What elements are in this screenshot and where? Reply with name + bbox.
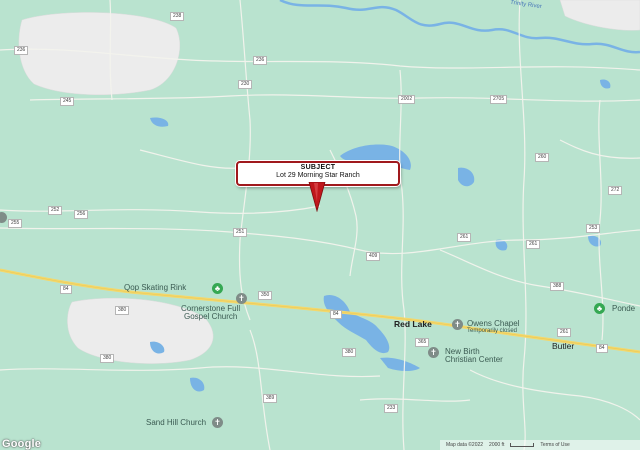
road-shield: 84 [330, 310, 342, 319]
park-tree-icon[interactable]: ♣ [594, 303, 605, 314]
lake-south [380, 357, 420, 371]
map-data-credit: Map data ©2022 [446, 442, 484, 448]
road-shield: 380 [100, 354, 115, 363]
road-shield: 253 [586, 224, 601, 233]
church-cross-icon[interactable]: ✝ [428, 347, 439, 358]
callout-subtitle: Lot 29 Morning Star Ranch [276, 172, 360, 179]
road-shield: 365 [415, 338, 430, 347]
lake-red-lake [323, 294, 390, 354]
road-shield: 252 [48, 206, 63, 215]
road-shield: 255 [8, 219, 23, 228]
road-shield: 84 [60, 285, 72, 294]
road-shield: 238 [170, 12, 185, 21]
lake-small-6 [600, 79, 611, 89]
lake-small-1 [190, 377, 205, 392]
poi-label-sand-hill-church[interactable]: Sand Hill Church [146, 419, 206, 427]
urban-area-northeast [559, 0, 640, 31]
road-shield: 380 [115, 306, 130, 315]
church-cross-icon[interactable]: ✝ [212, 417, 223, 428]
road-shield: 2705 [490, 95, 508, 104]
road-shield: 2002 [398, 95, 416, 104]
map-footer: Map data ©2022 2000 ft Terms of Use [440, 440, 640, 450]
road-shield: 256 [74, 210, 89, 219]
church-cross-icon[interactable]: ✝ [452, 319, 463, 330]
road-shield: 388 [550, 282, 565, 291]
urban-area-north [18, 12, 180, 96]
church-cross-icon[interactable]: ✝ [236, 293, 247, 304]
road-shield: 260 [535, 153, 550, 162]
road-shield: 389 [263, 394, 278, 403]
poi-label-pond[interactable]: Ponde [612, 305, 635, 313]
poi-label-new-birth-line2[interactable]: Christian Center [445, 356, 503, 364]
poi-label-owens-chapel[interactable]: Owens Chapel [467, 320, 519, 328]
road-shield: 251 [233, 228, 248, 237]
poi-label-skating-rink[interactable]: Qop Skating Rink [124, 284, 186, 292]
lake-small-2 [150, 117, 169, 127]
scale-label[interactable]: 2000 ft [489, 442, 504, 448]
road-shield: 261 [526, 240, 541, 249]
road-shield: 380 [342, 348, 357, 357]
map-marker-icon[interactable] [308, 182, 326, 212]
road-shield: 236 [253, 56, 268, 65]
road-shield: 261 [557, 328, 572, 337]
callout-title: SUBJECT [300, 164, 336, 171]
place-label-butler[interactable]: Butler [552, 342, 574, 351]
road-shield: 84 [596, 344, 608, 353]
road-shield: 409 [366, 252, 381, 261]
road-shield: 350 [258, 291, 273, 300]
place-label-red-lake[interactable]: Red Lake [394, 320, 432, 329]
park-tree-icon[interactable]: ♣ [212, 283, 223, 294]
poi-label-owens-status: Temporarily closed [467, 328, 518, 334]
map-canvas[interactable]: Trinity River 238 236 236 230 245 2002 2… [0, 0, 640, 450]
road-shield: 236 [14, 46, 29, 55]
road-shield: 245 [60, 97, 75, 106]
lake-east [458, 167, 475, 187]
poi-label-cornerstone-line2[interactable]: Gospel Church [184, 313, 237, 321]
terms-link[interactable]: Terms of Use [540, 442, 569, 448]
road-shield: 230 [238, 80, 253, 89]
map-base-layer [0, 0, 640, 450]
road-shield: 233 [384, 404, 399, 413]
road-shield: 261 [457, 233, 472, 242]
google-logo: Google [2, 438, 42, 450]
road-shield: 272 [608, 186, 623, 195]
scale-bar [510, 443, 535, 447]
